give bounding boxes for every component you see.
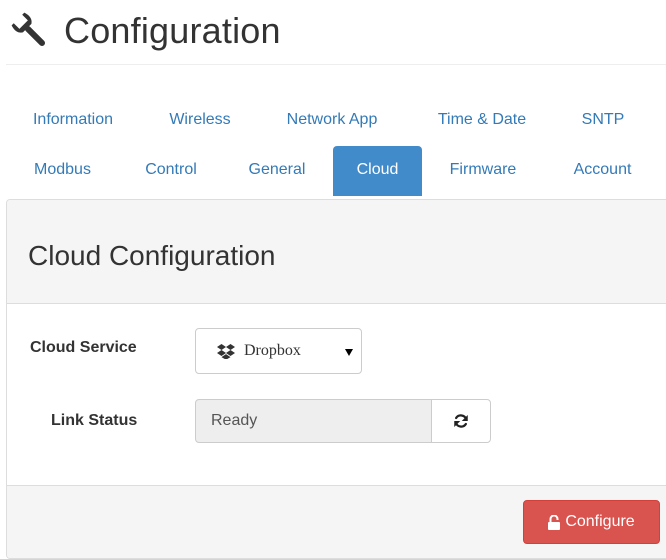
dropbox-icon: [217, 344, 235, 359]
header-divider: [6, 64, 666, 65]
tab-row-2: Modbus Control General Cloud Firmware Ac…: [0, 146, 666, 196]
unlock-icon: [548, 514, 561, 530]
tab-information[interactable]: Information: [14, 96, 132, 146]
link-status-label: Link Status: [51, 412, 138, 429]
cloud-config-panel: Cloud Configuration Cloud Service Dropbo…: [6, 199, 666, 559]
panel-heading: Cloud Configuration: [7, 200, 666, 304]
cloud-service-label: Cloud Service: [30, 339, 137, 356]
link-status-field: Ready: [195, 399, 432, 443]
tab-row-1: Information Wireless Network App Time & …: [0, 96, 666, 146]
tab-firmware[interactable]: Firmware: [432, 146, 534, 196]
configure-button[interactable]: Configure: [523, 500, 660, 544]
tab-sntp[interactable]: SNTP: [564, 96, 642, 146]
panel-footer: Configure: [7, 485, 666, 558]
tab-general[interactable]: General: [232, 146, 322, 196]
tab-nav: Information Wireless Network App Time & …: [0, 96, 666, 196]
configure-button-label: Configure: [565, 513, 635, 530]
wrench-icon: [11, 12, 46, 47]
page-header: Configuration: [10, 6, 281, 56]
refresh-icon: [454, 414, 468, 428]
page-title: Configuration: [64, 10, 281, 51]
cloud-service-select[interactable]: Dropbox: [195, 328, 362, 374]
cloud-service-value: Dropbox: [244, 342, 301, 359]
tab-time-date[interactable]: Time & Date: [419, 96, 545, 146]
tab-cloud[interactable]: Cloud: [333, 146, 422, 196]
tab-modbus[interactable]: Modbus: [15, 146, 110, 196]
tab-wireless[interactable]: Wireless: [150, 96, 250, 146]
panel-title: Cloud Configuration: [28, 240, 276, 271]
refresh-button[interactable]: [431, 399, 491, 443]
tab-control[interactable]: Control: [126, 146, 216, 196]
tab-network-app[interactable]: Network App: [268, 96, 396, 146]
chevron-down-icon: [345, 349, 353, 356]
tab-account[interactable]: Account: [555, 146, 650, 196]
